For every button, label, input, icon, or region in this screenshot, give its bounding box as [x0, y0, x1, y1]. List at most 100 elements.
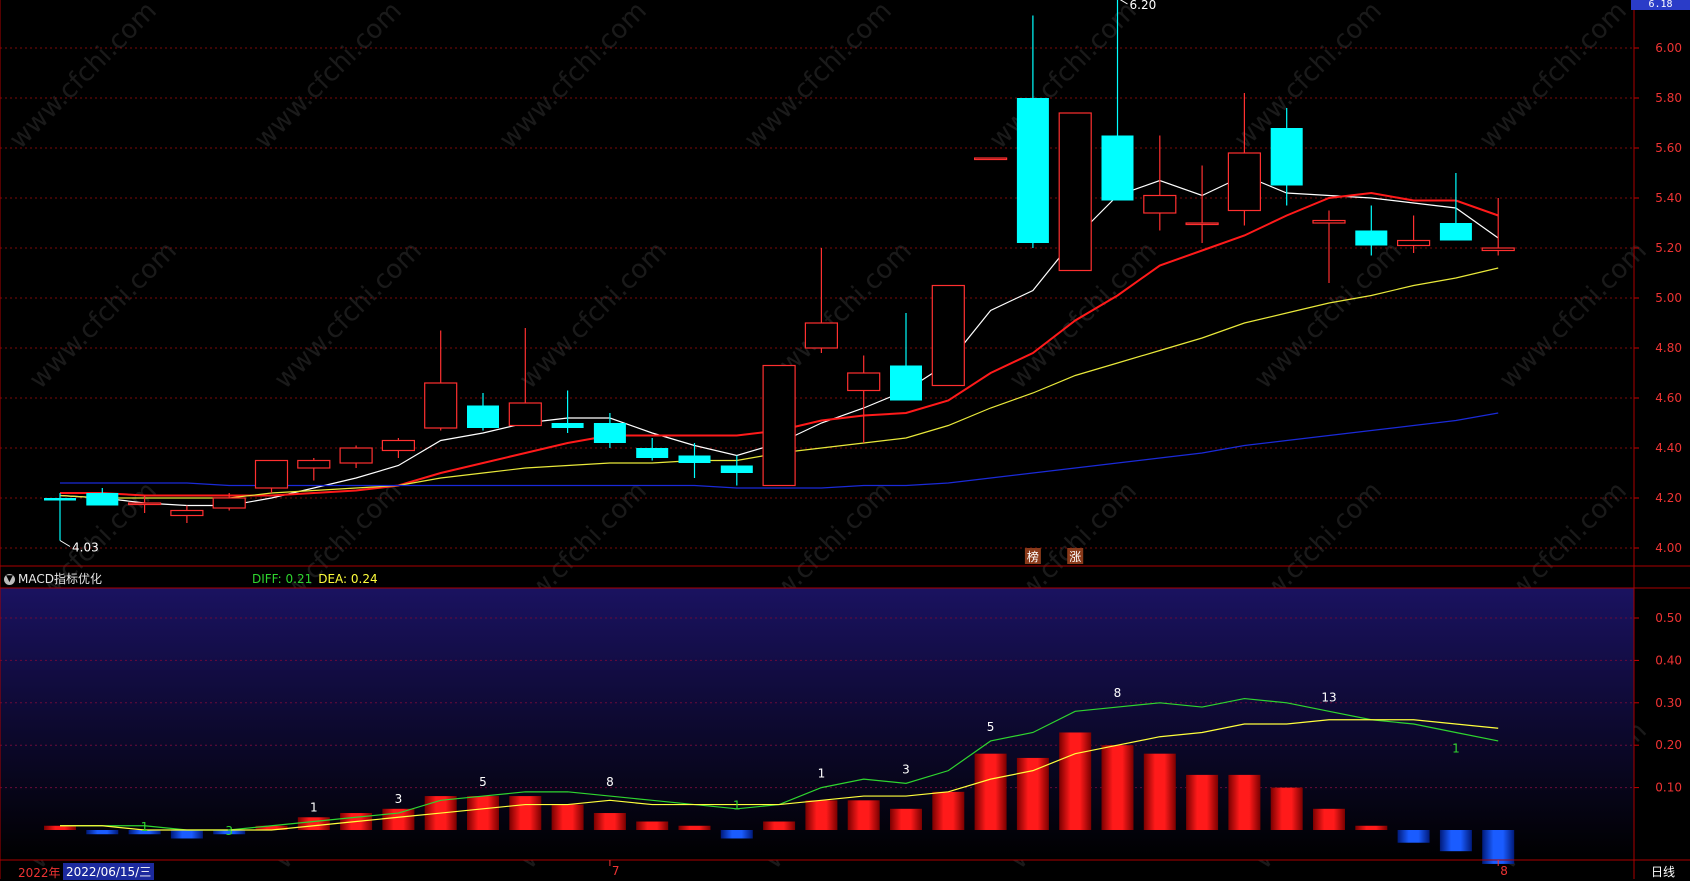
watermark: www.cfchi.com	[494, 0, 653, 155]
candle[interactable]	[381, 438, 415, 458]
macd-histogram-bar	[805, 800, 838, 830]
macd-count-label: 13	[1321, 690, 1336, 704]
macd-count-label: 8	[1114, 686, 1122, 700]
watermark: www.cfchi.com	[1494, 236, 1653, 395]
event-marker[interactable]: 涨	[1069, 549, 1081, 564]
watermark: www.cfchi.com	[269, 236, 428, 395]
macd-histogram-bar	[1228, 774, 1261, 830]
macd-histogram-bar	[86, 830, 119, 835]
macd-histogram-bar	[297, 817, 330, 830]
macd-histogram-bar	[1397, 830, 1430, 843]
price-tick-label: 4.60	[1655, 391, 1682, 405]
candle-body	[931, 284, 965, 387]
macd-histogram-bar	[551, 804, 584, 830]
stock-chart[interactable]: www.cfchi.com www.cfchi.com www.cfchi.com w…	[0, 0, 1690, 879]
candle-body	[551, 423, 584, 428]
candle-body	[804, 322, 839, 349]
candle[interactable]	[847, 355, 881, 444]
candle[interactable]	[467, 393, 499, 431]
month-label: 8	[1500, 864, 1508, 878]
candle[interactable]	[424, 330, 458, 431]
macd-histogram-bar	[593, 813, 626, 830]
macd-count-label: 1	[733, 799, 741, 813]
candle-body	[467, 405, 499, 428]
period-label[interactable]: 日线	[1636, 863, 1690, 880]
low-pointer	[59, 540, 71, 547]
macd-tick-label: 0.30	[1655, 696, 1682, 710]
candle-body	[847, 372, 881, 392]
candle-body	[1396, 239, 1431, 247]
macd-histogram-bar	[467, 796, 499, 830]
macd-histogram-bar	[170, 830, 203, 839]
macd-histogram-bar	[678, 825, 711, 830]
price-tick-label: 5.40	[1655, 191, 1682, 205]
macd-count-label: 3	[395, 792, 403, 806]
candle[interactable]	[1016, 15, 1049, 249]
month-label: 7	[612, 864, 620, 878]
candle[interactable]	[86, 488, 119, 506]
candle[interactable]	[44, 493, 76, 541]
candle-body	[508, 402, 542, 427]
candle[interactable]	[1058, 112, 1092, 272]
price-tick-label: 4.00	[1655, 541, 1682, 555]
macd-histogram-bar	[1143, 753, 1176, 830]
macd-histogram-bar	[1186, 774, 1219, 830]
candle-body	[678, 455, 711, 463]
macd-count-label: 1	[310, 801, 318, 815]
macd-tick-label: 0.20	[1655, 738, 1682, 752]
candle[interactable]	[339, 445, 373, 469]
candle-body	[339, 447, 373, 464]
candle[interactable]	[1143, 135, 1177, 231]
current-price-badge: 6.18	[1631, 0, 1690, 10]
macd-count-label: 3	[902, 762, 910, 776]
watermark: www.cfchi.com	[514, 236, 673, 395]
macd-histogram-bar	[1439, 830, 1472, 852]
candle[interactable]	[1481, 198, 1515, 256]
candle[interactable]	[931, 284, 965, 387]
candle[interactable]	[551, 390, 584, 434]
candle[interactable]	[254, 459, 289, 494]
candle[interactable]	[1312, 210, 1346, 284]
candle[interactable]	[973, 157, 1008, 161]
price-tick-label: 4.80	[1655, 341, 1682, 355]
macd-histogram-bar	[720, 830, 753, 839]
chevron-down-icon[interactable]: ▼	[4, 574, 15, 585]
candle-body	[1227, 152, 1262, 212]
candle-body	[762, 364, 796, 487]
candle[interactable]	[636, 438, 669, 461]
watermark: www.cfchi.com	[249, 0, 408, 155]
price-tick-label: 4.20	[1655, 491, 1682, 505]
watermark: www.cfchi.com	[4, 0, 163, 155]
candle-body	[1312, 219, 1346, 224]
candle-body	[1143, 194, 1177, 214]
macd-count-label: 3	[225, 824, 233, 838]
candle[interactable]	[1396, 215, 1431, 254]
cursor-date-label: 2022/06/15/三	[63, 863, 155, 880]
macd-count-label: 1	[818, 767, 826, 781]
macd-panel[interactable]: 1 3135 811 358 131	[0, 588, 1634, 864]
macd-indicator-name[interactable]: MACD指标优化	[18, 572, 102, 586]
macd-histogram-bar	[1482, 830, 1515, 864]
candle[interactable]	[297, 458, 331, 481]
event-marker[interactable]: 榜	[1027, 549, 1039, 564]
macd-tick-label: 0.40	[1655, 653, 1682, 667]
candle-body	[890, 365, 922, 401]
diff-value: DIFF: 0.21	[251, 572, 313, 586]
low-price-label: 4.03	[72, 541, 99, 555]
candle[interactable]	[890, 313, 922, 401]
price-tick-label: 6.00	[1655, 41, 1682, 55]
candle-body	[720, 465, 753, 473]
watermark: www.cfchi.com	[1474, 0, 1633, 155]
candle-body	[170, 509, 204, 517]
macd-histogram-bar	[636, 821, 669, 830]
year-label: 2022年	[18, 866, 61, 880]
candle[interactable]	[1185, 165, 1219, 244]
candle-body	[1270, 128, 1303, 186]
macd-histogram-bar	[1016, 757, 1049, 830]
macd-count-label: 8	[606, 775, 614, 789]
candle[interactable]	[170, 505, 204, 524]
candle-body	[1185, 222, 1219, 226]
price-tick-label: 5.60	[1655, 141, 1682, 155]
candle[interactable]	[762, 364, 796, 487]
macd-histogram-bar	[932, 791, 965, 830]
